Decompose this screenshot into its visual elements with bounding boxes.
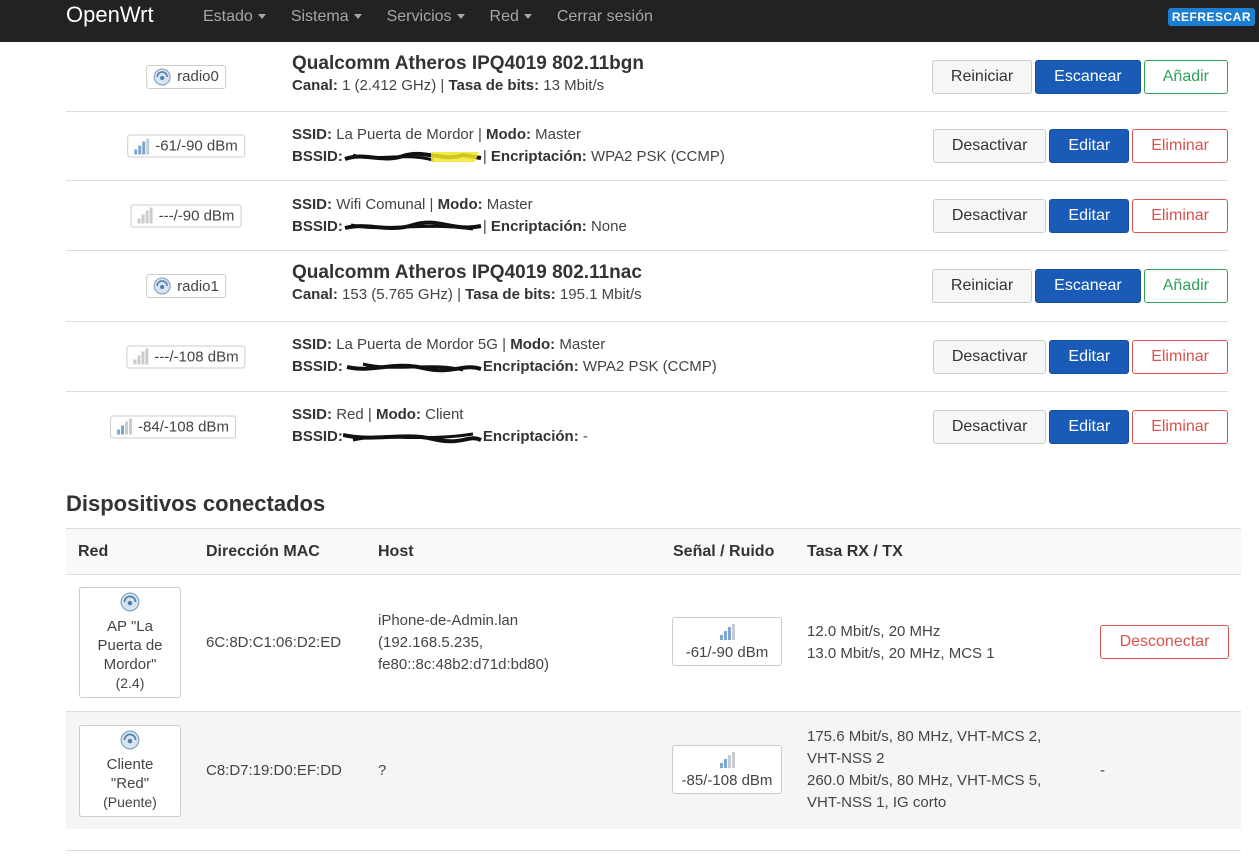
network-badge: AP "La Puerta de Mordor" (2.4)	[79, 587, 181, 698]
network-row: ---/-90 dBm SSID: Wifi Comunal | Modo: M…	[66, 181, 1228, 251]
chevron-down-icon	[257, 14, 266, 20]
chevron-down-icon	[523, 14, 532, 20]
mac-address: 6C:8D:C1:06:D2:ED	[206, 634, 342, 651]
radio-badge: radio0	[146, 64, 226, 89]
radio-title: Qualcomm Atheros IPQ4019 802.11nac	[292, 262, 642, 283]
host-cell: ?	[378, 762, 387, 779]
wifi-radio-icon	[153, 68, 171, 85]
delete-button[interactable]: Eliminar	[1132, 129, 1228, 163]
edit-button[interactable]: Editar	[1049, 409, 1130, 444]
menu-servicios[interactable]: Servicios	[387, 8, 465, 26]
radio-badge: radio1	[146, 274, 226, 298]
disable-button[interactable]: Desactivar	[932, 198, 1047, 233]
radio-actions: Reiniciar Escanear Añadir	[931, 269, 1228, 303]
network-row: -84/-108 dBm SSID: Red | Modo: Client BS…	[66, 392, 1228, 461]
signal-badge: ---/-90 dBm	[130, 204, 242, 227]
refresh-button[interactable]: REFRESCAR	[1167, 8, 1255, 26]
restart-button[interactable]: Reiniciar	[931, 59, 1033, 94]
radio-info: Qualcomm Atheros IPQ4019 802.11bgn Canal…	[292, 53, 644, 97]
network-info: SSID: La Puerta de Mordor | Modo: Master…	[292, 126, 725, 165]
radio-details: Canal: 153 (5.765 GHz) | Tasa de bits: 1…	[292, 286, 642, 303]
top-navbar: OpenWrt Estado Sistema Servicios Red Cer…	[0, 0, 1259, 42]
edit-button[interactable]: Editar	[1049, 339, 1130, 374]
edit-button[interactable]: Editar	[1049, 198, 1130, 233]
scan-button[interactable]: Escanear	[1035, 59, 1141, 94]
network-info: SSID: La Puerta de Mordor 5G | Modo: Mas…	[292, 336, 717, 375]
delete-button[interactable]: Eliminar	[1132, 198, 1228, 233]
radio-details: Canal: 1 (2.412 GHz) | Tasa de bits: 13 …	[292, 77, 605, 94]
radio-actions: Reiniciar Escanear Añadir	[931, 59, 1228, 94]
add-button[interactable]: Añadir	[1143, 59, 1228, 94]
mac-address: C8:D7:19:D0:EF:DD	[206, 762, 342, 779]
chevron-down-icon	[456, 14, 465, 20]
restart-button[interactable]: Reiniciar	[931, 269, 1033, 303]
signal-badge: -61/-90 dBm	[672, 617, 782, 666]
network-actions: Desactivar Editar Eliminar	[932, 129, 1228, 163]
signal-badge: -61/-90 dBm	[127, 134, 245, 158]
rate-cell: 175.6 Mbit/s, 80 MHz, VHT-MCS 2, VHT-NSS…	[807, 728, 1042, 811]
delete-button[interactable]: Eliminar	[1132, 409, 1228, 444]
network-row: ---/-108 dBm SSID: La Puerta de Mordor 5…	[66, 322, 1228, 392]
scan-button[interactable]: Escanear	[1035, 269, 1141, 303]
network-actions: Desactivar Editar Eliminar	[932, 339, 1228, 374]
wifi-radio-icon	[120, 592, 140, 612]
brand-logo[interactable]: OpenWrt	[66, 2, 154, 28]
table-row: AP "La Puerta de Mordor" (2.4) 6C:8D:C1:…	[66, 575, 1241, 712]
main-menu: Estado Sistema Servicios Red Cerrar sesi…	[203, 8, 678, 26]
signal-strength-icon	[719, 752, 735, 768]
table-header: Red Dirección MAC Host Señal / Ruido Tas…	[66, 528, 1241, 575]
radio-title: Qualcomm Atheros IPQ4019 802.11bgn	[292, 53, 644, 74]
network-info: SSID: Wifi Comunal | Modo: Master BSSID:…	[292, 196, 627, 235]
network-info: SSID: Red | Modo: Client BSSID: Encriptac…	[292, 406, 588, 445]
column-header-signal: Señal / Ruido	[673, 543, 775, 560]
radio-row-radio1: radio1 Qualcomm Atheros IPQ4019 802.11na…	[66, 251, 1228, 322]
table-row: Cliente "Red" (Puente) C8:D7:19:D0:EF:DD…	[66, 712, 1241, 829]
signal-badge: -84/-108 dBm	[110, 415, 236, 438]
column-header-red: Red	[78, 543, 109, 560]
rate-cell: 12.0 Mbit/s, 20 MHz 13.0 Mbit/s, 20 MHz,…	[807, 623, 995, 662]
network-row: -61/-90 dBm SSID: La Puerta de Mordor | …	[66, 112, 1228, 181]
wifi-radio-icon	[120, 730, 140, 750]
signal-strength-icon	[133, 348, 149, 365]
signal-strength-icon	[117, 418, 133, 435]
wifi-radio-icon	[153, 277, 171, 295]
signal-strength-icon	[137, 207, 153, 224]
column-header-mac: Dirección MAC	[206, 543, 320, 560]
signal-badge: ---/-108 dBm	[126, 345, 246, 368]
radio-row-radio0: radio0 Qualcomm Atheros IPQ4019 802.11bg…	[66, 42, 1228, 112]
chevron-down-icon	[353, 14, 362, 20]
network-actions: Desactivar Editar Eliminar	[932, 409, 1228, 444]
column-header-host: Host	[378, 543, 414, 560]
column-header-rate: Tasa RX / TX	[807, 543, 903, 560]
signal-strength-icon	[134, 138, 150, 154]
add-button[interactable]: Añadir	[1143, 269, 1228, 303]
menu-cerrar-sesion[interactable]: Cerrar sesión	[557, 8, 653, 26]
menu-red[interactable]: Red	[490, 8, 532, 26]
radio-info: Qualcomm Atheros IPQ4019 802.11nac Canal…	[292, 262, 642, 306]
menu-sistema[interactable]: Sistema	[291, 8, 362, 26]
devices-title: Dispositivos conectados	[66, 491, 326, 516]
disconnect-button[interactable]: Desconectar	[1100, 625, 1229, 659]
redacted-scribble-icon	[344, 220, 482, 231]
redacted-scribble-icon	[342, 432, 482, 444]
redacted-scribble-icon	[346, 362, 482, 373]
disable-button[interactable]: Desactivar	[932, 129, 1047, 163]
redacted-scribble-icon	[344, 151, 482, 163]
network-actions: Desactivar Editar Eliminar	[932, 198, 1228, 233]
network-badge: Cliente "Red" (Puente)	[79, 725, 181, 817]
delete-button[interactable]: Eliminar	[1132, 339, 1228, 374]
signal-strength-icon	[719, 624, 735, 640]
disable-button[interactable]: Desactivar	[932, 339, 1047, 374]
action-placeholder: -	[1100, 762, 1105, 779]
signal-badge: -85/-108 dBm	[672, 745, 782, 794]
host-cell: iPhone-de-Admin.lan (192.168.5.235, fe80…	[378, 612, 549, 673]
divider	[66, 850, 1241, 851]
disable-button[interactable]: Desactivar	[932, 409, 1047, 444]
edit-button[interactable]: Editar	[1049, 129, 1130, 163]
menu-estado[interactable]: Estado	[203, 8, 266, 26]
